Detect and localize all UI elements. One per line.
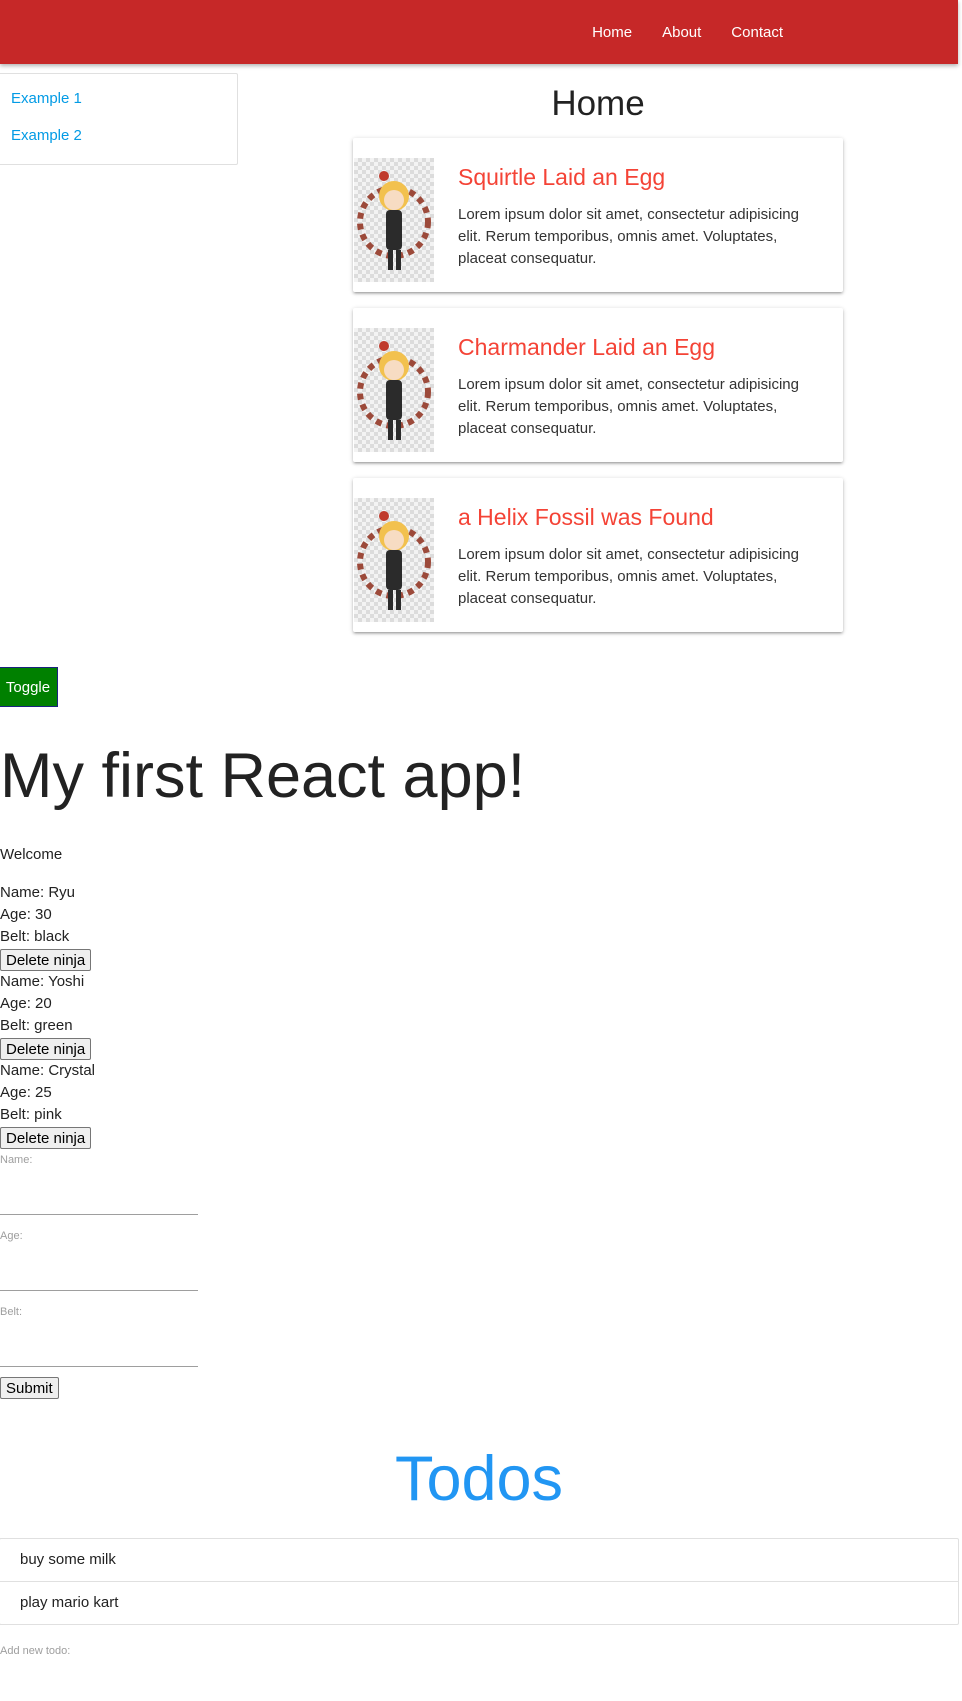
todo-item[interactable]: play mario kart [0, 1582, 958, 1624]
toggle-button[interactable]: Toggle [0, 667, 58, 707]
ninja-age: Age: 30 [0, 906, 52, 923]
delete-ninja-button[interactable]: Delete ninja [0, 1127, 92, 1149]
ninja-name: Name: Ryu [0, 884, 76, 901]
delete-ninja-button[interactable]: Delete ninja [0, 949, 92, 971]
ninja-name: Name: Crystal [0, 1062, 96, 1079]
nav-link-home[interactable]: Home [577, 24, 647, 41]
welcome-text: Welcome [0, 846, 63, 863]
belt-input[interactable] [0, 1336, 198, 1367]
anime-character-avatar-icon [357, 511, 431, 610]
app-title: My first React app! [0, 741, 526, 811]
todo-list: buy some milk play mario kart [0, 1538, 959, 1625]
anime-character-avatar-icon [357, 341, 431, 440]
sidebar-item-example-1[interactable]: Example 1 [0, 80, 237, 117]
navbar: Home About Contact [0, 0, 958, 64]
post-title[interactable]: Charmander Laid an Egg [458, 334, 715, 361]
post-title[interactable]: a Helix Fossil was Found [458, 504, 714, 531]
nav-links: Home About Contact [577, 0, 798, 64]
post-card: Squirtle Laid an Egg Lorem ipsum dolor s… [353, 138, 843, 292]
delete-ninja-button[interactable]: Delete ninja [0, 1038, 92, 1060]
submit-button[interactable]: Submit [0, 1377, 59, 1399]
name-input[interactable] [0, 1184, 198, 1215]
age-label: Age: [0, 1230, 23, 1242]
anime-character-avatar-icon [357, 171, 431, 270]
name-label: Name: [0, 1154, 33, 1166]
age-input[interactable] [0, 1260, 198, 1291]
nav-link-contact[interactable]: Contact [716, 24, 798, 41]
belt-label: Belt: [0, 1306, 23, 1318]
ninja-belt: Belt: green [0, 1017, 73, 1034]
post-thumbnail [354, 328, 434, 452]
post-body: Lorem ipsum dolor sit amet, consectetur … [458, 206, 799, 267]
ninja-age: Age: 20 [0, 995, 52, 1012]
ninja-name: Name: Yoshi [0, 973, 85, 990]
ninja-item: Name: Yoshi Age: 20 Belt: green Delete n… [0, 971, 92, 1060]
ninja-belt: Belt: black [0, 928, 70, 945]
sidebar-item-example-2[interactable]: Example 2 [0, 117, 237, 154]
post-thumbnail [354, 158, 434, 282]
post-card: Charmander Laid an Egg Lorem ipsum dolor… [353, 308, 843, 462]
todos-title: Todos [394, 1444, 564, 1514]
todo-item[interactable]: buy some milk [0, 1539, 958, 1582]
ninja-item: Name: Ryu Age: 30 Belt: black Delete nin… [0, 882, 92, 971]
post-card: a Helix Fossil was Found Lorem ipsum dol… [353, 478, 843, 632]
ninja-belt: Belt: pink [0, 1106, 62, 1123]
home-title: Home [551, 84, 645, 123]
add-todo-label: Add new todo: [0, 1645, 71, 1657]
post-title[interactable]: Squirtle Laid an Egg [458, 164, 665, 191]
ninja-age: Age: 25 [0, 1084, 52, 1101]
ninja-item: Name: Crystal Age: 25 Belt: pink Delete … [0, 1060, 95, 1149]
post-thumbnail [354, 498, 434, 622]
post-body: Lorem ipsum dolor sit amet, consectetur … [458, 546, 799, 607]
post-body: Lorem ipsum dolor sit amet, consectetur … [458, 376, 799, 437]
sidebar: Example 1 Example 2 [0, 73, 238, 165]
nav-link-about[interactable]: About [647, 24, 716, 41]
